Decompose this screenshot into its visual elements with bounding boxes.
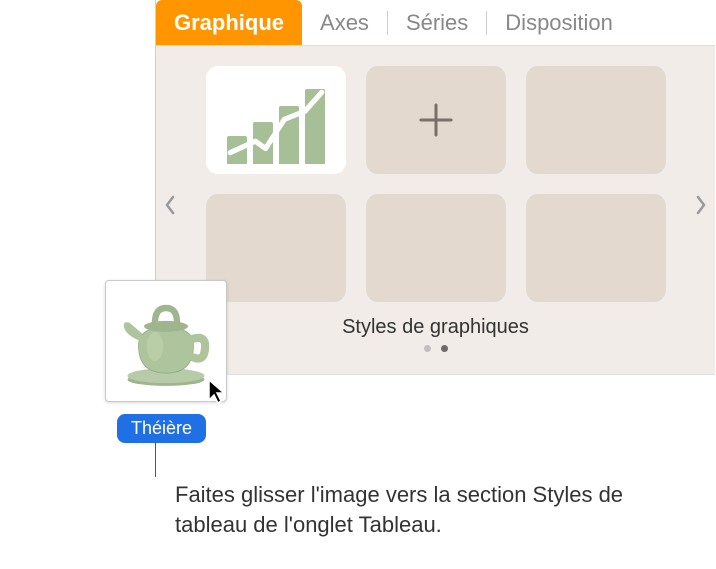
style-preset-chart[interactable] bbox=[206, 66, 346, 174]
style-slot-empty[interactable] bbox=[526, 66, 666, 174]
style-grid bbox=[166, 66, 705, 302]
style-slot-empty[interactable] bbox=[366, 194, 506, 302]
callout-leader-line bbox=[155, 442, 156, 477]
style-add-button[interactable] bbox=[366, 66, 506, 174]
tab-series[interactable]: Séries bbox=[388, 0, 486, 45]
plus-icon bbox=[417, 101, 455, 139]
drag-item-label: Théière bbox=[117, 414, 206, 443]
tab-bar: Graphique Axes Séries Disposition bbox=[156, 0, 715, 46]
tab-graphique[interactable]: Graphique bbox=[156, 0, 302, 45]
bar-chart-icon bbox=[216, 76, 336, 164]
cursor-icon bbox=[206, 378, 230, 406]
chevron-right-icon[interactable] bbox=[695, 195, 707, 220]
teapot-icon bbox=[111, 286, 221, 396]
chevron-left-icon[interactable] bbox=[164, 195, 176, 220]
page-dot-active[interactable] bbox=[441, 345, 448, 352]
chart-styles-area: Styles de graphiques bbox=[156, 46, 715, 374]
tab-axes[interactable]: Axes bbox=[302, 0, 387, 45]
tab-disposition[interactable]: Disposition bbox=[487, 0, 631, 45]
page-dot[interactable] bbox=[424, 345, 431, 352]
style-slot-empty[interactable] bbox=[526, 194, 666, 302]
callout-text: Faites glisser l'image vers la section S… bbox=[175, 480, 675, 539]
page-indicator bbox=[166, 345, 705, 364]
format-panel: Graphique Axes Séries Disposition bbox=[155, 0, 715, 375]
styles-section-label: Styles de graphiques bbox=[166, 316, 705, 339]
